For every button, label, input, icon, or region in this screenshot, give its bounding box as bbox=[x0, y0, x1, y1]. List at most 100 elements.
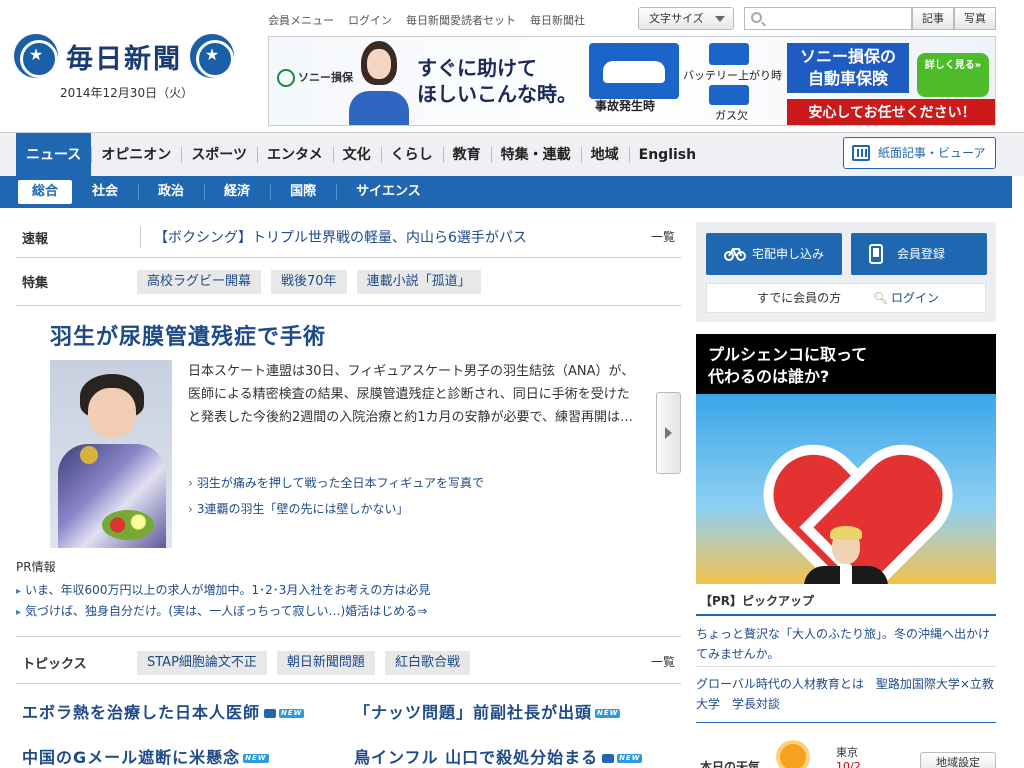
search-articles-button[interactable]: 記事 bbox=[912, 7, 954, 30]
topics-more-link[interactable]: 一覧 bbox=[651, 653, 675, 670]
ad-gas-label: ガス欠 bbox=[715, 109, 748, 122]
search-icon: 🔍︎ bbox=[873, 291, 889, 305]
main-navigation: ニュース オピニオン スポーツ エンタメ 文化 くらし 教育 特集・連載 地域 … bbox=[0, 132, 1024, 190]
related-link[interactable]: 3連覇の羽生「壁の先には壁しかない」 bbox=[188, 500, 409, 517]
topic-tag[interactable]: 紅白歌合戦 bbox=[384, 651, 470, 675]
nav-life[interactable]: くらし bbox=[380, 133, 443, 177]
pr-feature-caption: プルシェンコに取って 代わるのは誰か? bbox=[708, 344, 867, 388]
delivery-signup-button[interactable]: 宅配申し込み bbox=[706, 233, 842, 275]
nav-education[interactable]: 教育 bbox=[442, 133, 491, 177]
nav-regional[interactable]: 地域 bbox=[580, 133, 629, 177]
site-header: 毎日新聞 2014年12月30日（火） 会員メニュー ログイン 毎日新聞愛読者セ… bbox=[0, 0, 1024, 132]
feature-tag[interactable]: 戦後70年 bbox=[271, 270, 347, 294]
breaking-headline[interactable]: 【ボクシング】トリプル世界戦の軽量、内山ら6選手がパス bbox=[154, 227, 527, 247]
lead-photo[interactable] bbox=[50, 360, 172, 548]
pickup-link[interactable]: グローバル時代の人材教育とは 聖路加国際大学×立教大学 学長対談 bbox=[696, 674, 996, 714]
ad-copy-line: すぐに助けて bbox=[417, 56, 537, 80]
divider bbox=[140, 226, 141, 248]
site-title: 毎日新聞 bbox=[66, 43, 182, 75]
search-box bbox=[744, 7, 912, 30]
site-logo[interactable]: 毎日新聞 bbox=[14, 34, 234, 78]
nav-features[interactable]: 特集・連載 bbox=[490, 133, 581, 177]
pr-caption-line: プルシェンコに取って bbox=[708, 345, 868, 364]
nav-sports[interactable]: スポーツ bbox=[181, 133, 257, 177]
nav-news[interactable]: ニュース bbox=[16, 133, 92, 177]
chevron-down-icon bbox=[715, 16, 725, 22]
new-badge: NEW bbox=[595, 709, 621, 718]
pickup-link[interactable]: ちょっと贅沢な「大人のふたり旅」。冬の沖縄へ出かけてみませんか。 bbox=[696, 624, 996, 664]
pr-link[interactable]: いま、年収600万円以上の求人が増加中。1･2･3月入社をお考えの方は必見 bbox=[16, 581, 430, 598]
topic-tag[interactable]: 朝日新聞問題 bbox=[276, 651, 375, 675]
camera-icon bbox=[264, 709, 277, 718]
member-menu-link[interactable]: 会員メニュー bbox=[268, 12, 334, 28]
paper-viewer-button[interactable]: 紙面記事・ビューアー bbox=[843, 137, 996, 190]
divider bbox=[696, 722, 996, 723]
sub-navigation: 総合 社会 政治 経済 国際 サイエンス bbox=[0, 176, 1012, 208]
subscriber-set-link[interactable]: 毎日新聞愛読者セット bbox=[406, 12, 516, 28]
fuel-gauge-icon bbox=[709, 85, 749, 105]
news-title: 「ナッツ問題」前副社長が出頭 bbox=[354, 703, 593, 722]
ad-accident-label: 事故発生時 bbox=[595, 99, 656, 113]
pr-caption-line: 代わるのは誰か? bbox=[708, 367, 830, 386]
mainichi-emblem-icon bbox=[14, 34, 58, 78]
topic-tags: STAP細胞論文不正 朝日新聞問題 紅白歌合戦 bbox=[137, 651, 470, 675]
weather-label: 本日の天気 bbox=[700, 760, 761, 768]
company-link[interactable]: 毎日新聞社 bbox=[530, 12, 585, 28]
camera-icon bbox=[602, 754, 615, 763]
nav-entertainment[interactable]: エンタメ bbox=[257, 133, 333, 177]
subnav-economy[interactable]: 経済 bbox=[204, 180, 270, 204]
new-badge: NEW bbox=[617, 754, 643, 763]
lead-headline[interactable]: 羽生が尿膜管遺残症で手術 bbox=[50, 319, 326, 351]
news-item[interactable]: 中国のGメール遮断に米懸念 NEW bbox=[22, 744, 269, 768]
smartphone-icon bbox=[869, 244, 883, 264]
current-date: 2014年12月30日（火） bbox=[60, 86, 194, 100]
subnav-society[interactable]: 社会 bbox=[72, 180, 138, 204]
topic-tag[interactable]: STAP細胞論文不正 bbox=[137, 651, 267, 675]
ad-sponsor: ソニー損保 bbox=[277, 69, 353, 87]
related-link[interactable]: 羽生が痛みを押して戦った全日本フィギュアを写真で bbox=[188, 474, 484, 491]
breaking-more-link[interactable]: 一覧 bbox=[651, 228, 675, 245]
news-item[interactable]: 鳥インフル 山口で殺処分始まる NEW bbox=[354, 744, 643, 768]
newspaper-icon bbox=[852, 145, 870, 161]
font-size-label: 文字サイズ bbox=[649, 12, 704, 25]
ad-details-button[interactable]: 詳しく見る» bbox=[917, 53, 989, 97]
weather-city: 東京 bbox=[836, 746, 858, 759]
new-badge: NEW bbox=[243, 754, 269, 763]
car-accident-icon bbox=[589, 43, 679, 99]
lead-body: 日本スケート連盟は30日、フィギュアスケート男子の羽生結弦（ANA）が、医師によ… bbox=[188, 364, 635, 425]
sun-icon bbox=[780, 744, 806, 768]
font-size-select[interactable]: 文字サイズ bbox=[638, 7, 734, 30]
subnav-general[interactable]: 総合 bbox=[18, 180, 73, 204]
ad-copy-line: ほしいこんな時。 bbox=[417, 82, 577, 106]
breaking-news-row: 速報 【ボクシング】トリプル世界戦の軽量、内山ら6選手がパス 一覧 bbox=[16, 222, 681, 258]
carousel-next-button[interactable] bbox=[656, 392, 681, 474]
nav-culture[interactable]: 文化 bbox=[332, 133, 381, 177]
feature-tag[interactable]: 連載小説「孤道」 bbox=[356, 270, 481, 294]
subnav-science[interactable]: サイエンス bbox=[336, 180, 441, 204]
nav-opinion[interactable]: オピニオン bbox=[91, 133, 181, 177]
ad-tagline: 安心してお任せください！ bbox=[787, 99, 995, 125]
subnav-politics[interactable]: 政治 bbox=[138, 180, 204, 204]
pr-feature-image[interactable]: プルシェンコに取って 代わるのは誰か? bbox=[696, 334, 996, 584]
topics-row: トピックス STAP細胞論文不正 朝日新聞問題 紅白歌合戦 一覧 bbox=[16, 636, 681, 684]
search-icon bbox=[751, 12, 762, 23]
member-register-button[interactable]: 会員登録 bbox=[851, 233, 987, 275]
area-settings-button[interactable]: 地域設定 bbox=[920, 752, 996, 768]
nav-english[interactable]: English bbox=[628, 133, 706, 177]
feature-tag[interactable]: 高校ラグビー開幕 bbox=[137, 270, 262, 294]
news-item[interactable]: エボラ熱を治療した日本人医師 NEW bbox=[22, 699, 305, 723]
ad-brand-line: ソニー損保の bbox=[799, 47, 896, 66]
news-item[interactable]: 「ナッツ問題」前副社長が出頭 NEW bbox=[354, 699, 621, 723]
news-title: エボラ熱を治療した日本人医師 bbox=[22, 703, 261, 722]
divider bbox=[696, 666, 996, 667]
sidebar-login-link[interactable]: ログイン bbox=[891, 284, 939, 312]
banner-ad[interactable]: ソニー損保 すぐに助けて ほしいこんな時。 事故発生時 バッテリー上がり時 ガス… bbox=[268, 36, 996, 126]
login-link[interactable]: ログイン bbox=[348, 12, 392, 28]
member-register-label: 会員登録 bbox=[897, 247, 946, 261]
weather-temp: 10/2 bbox=[836, 760, 861, 768]
search-input[interactable] bbox=[767, 10, 907, 27]
search-photos-button[interactable]: 写真 bbox=[954, 7, 996, 30]
subnav-international[interactable]: 国際 bbox=[270, 180, 336, 204]
new-badge: NEW bbox=[279, 709, 305, 718]
pr-link[interactable]: 気づけば、独身自分だけ。(実は、一人ぼっちって寂しい…)婚活はじめる⇒ bbox=[16, 602, 427, 619]
